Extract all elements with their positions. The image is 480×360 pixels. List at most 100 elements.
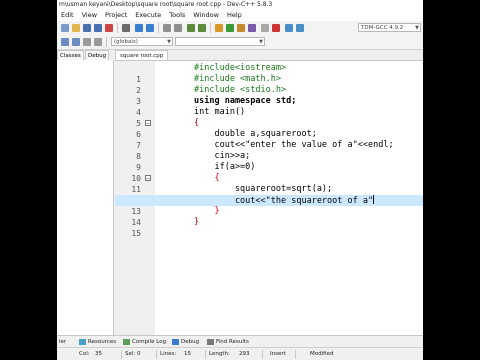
toolbar-separator: [106, 37, 107, 47]
chevron-down-icon: ▼: [167, 39, 171, 45]
left-panel-tabs: Classes Debug: [57, 50, 113, 60]
code-line: 9 cin>>a;: [115, 151, 423, 172]
debug-icon[interactable]: [285, 24, 293, 32]
goto-icon[interactable]: [94, 38, 102, 46]
fold-toggle-icon[interactable]: −: [145, 175, 151, 182]
save-icon[interactable]: [83, 24, 91, 32]
open-folder-icon[interactable]: [72, 24, 80, 32]
code-line: 14 }: [115, 206, 423, 227]
status-bar: Col: 35 Sel: 0 Lines: 15 Length: 293 Ins…: [57, 347, 423, 360]
status-length-label: Length:: [209, 351, 230, 357]
code-text: if(a>=0): [194, 162, 256, 172]
profile-icon[interactable]: [296, 24, 304, 32]
line-number: 15: [131, 229, 141, 238]
toolbar-separator: [158, 23, 159, 33]
status-col-value: 35: [95, 351, 102, 357]
tab-compiler-label: ler: [59, 339, 67, 345]
code-line: 15 }: [115, 217, 423, 238]
code-text: }: [194, 206, 220, 216]
save-all-icon[interactable]: [94, 24, 102, 32]
menu-edit[interactable]: Edit: [57, 10, 78, 21]
code-editor[interactable]: 1 #include<iostream> 2 #include <math.h>…: [115, 60, 423, 336]
status-lines-label: Lines:: [160, 351, 177, 357]
code-text: squareroot=sqrt(a);: [194, 184, 333, 194]
status-col-label: Col:: [79, 351, 90, 357]
new-file-icon[interactable]: [61, 24, 69, 32]
code-text: {: [194, 118, 200, 128]
status-lines-value: 15: [184, 351, 191, 357]
window-title: m\usman keyani\Desktop\square root\squar…: [59, 1, 273, 8]
code-line: 2 #include <math.h>: [115, 74, 423, 95]
tab-debug-label: Debug: [181, 339, 200, 345]
menu-tools[interactable]: Tools: [165, 10, 189, 21]
code-line: 6 − {: [115, 118, 423, 139]
code-text: #include <math.h>: [194, 74, 281, 84]
status-separator: [205, 350, 206, 359]
compile-log-icon: [123, 339, 130, 345]
code-text: int main(): [194, 107, 246, 117]
menu-project[interactable]: Project: [101, 10, 131, 21]
code-text: cin>>a;: [194, 151, 251, 161]
tab-find-results-label: Find Results: [216, 339, 249, 345]
code-line: 10 if(a>=0): [115, 162, 423, 183]
undo-icon[interactable]: [135, 24, 143, 32]
code-line: 7 double a,squareroot;: [115, 129, 423, 150]
print-icon[interactable]: [122, 24, 130, 32]
code-text: using namespace std;: [194, 96, 297, 106]
status-mode: Insert: [270, 351, 286, 357]
indent-icon[interactable]: [187, 24, 195, 32]
compile-icon[interactable]: [215, 24, 223, 32]
code-line: 11 − {: [115, 173, 423, 194]
close-file-icon[interactable]: [105, 24, 113, 32]
stop-icon[interactable]: [272, 24, 280, 32]
compile-run-icon[interactable]: [237, 24, 245, 32]
replace-icon[interactable]: [174, 24, 182, 32]
tab-debug[interactable]: Debug: [85, 50, 110, 60]
text-cursor: [373, 195, 375, 204]
code-line: 1 #include<iostream>: [115, 63, 423, 84]
code-text: cout<<"the squareroot of a": [194, 196, 374, 206]
menu-execute[interactable]: Execute: [131, 10, 165, 21]
debug-check-icon: [172, 339, 179, 345]
globals-select[interactable]: (globals) ▼: [111, 37, 173, 46]
members-select[interactable]: ▼: [175, 37, 265, 46]
secondary-toolbar: (globals) ▼ ▼: [57, 35, 423, 50]
status-separator: [121, 350, 122, 359]
toolbar-separator: [210, 23, 211, 33]
resources-icon: [79, 339, 86, 345]
code-text: #include <stdio.h>: [194, 85, 287, 95]
menu-help[interactable]: Help: [223, 10, 246, 21]
redo-icon[interactable]: [146, 24, 154, 32]
rebuild-icon[interactable]: [248, 24, 256, 32]
find-icon[interactable]: [163, 24, 171, 32]
code-line: 3 #include <stdio.h>: [115, 85, 423, 106]
status-separator: [156, 350, 157, 359]
main-toolbar: TDM-GCC 4.9.2 ▼: [57, 21, 423, 36]
tab-classes[interactable]: Classes: [57, 50, 84, 60]
compiler-select[interactable]: TDM-GCC 4.9.2 ▼: [358, 23, 421, 32]
menu-window[interactable]: Window: [189, 10, 223, 21]
class-browser-panel[interactable]: [57, 60, 114, 335]
status-separator: [295, 350, 296, 359]
code-line: 5 int main(): [115, 107, 423, 128]
code-line: 12 squareroot=sqrt(a);: [115, 184, 423, 205]
code-text: }: [194, 217, 200, 227]
new-class-icon[interactable]: [61, 38, 69, 46]
insert-icon[interactable]: [72, 38, 80, 46]
tab-resources-label: Resources: [88, 339, 117, 345]
code-line-current: 13 cout<<"the squareroot of a": [115, 195, 423, 216]
code-line: 8 cout<<"enter the value of a"<<endl;: [115, 140, 423, 161]
compiler-select-value: TDM-GCC 4.9.2: [361, 25, 404, 31]
run-icon[interactable]: [226, 24, 234, 32]
editor-tab-square-root[interactable]: square root.cpp: [115, 50, 169, 60]
find-results-icon: [207, 339, 214, 345]
menu-bar: Edit View Project Execute Tools Window H…: [57, 10, 423, 21]
check-syntax-icon[interactable]: [261, 24, 269, 32]
toggle-icon[interactable]: [83, 38, 91, 46]
status-length-value: 293: [239, 351, 250, 357]
fold-toggle-icon[interactable]: −: [145, 120, 151, 127]
code-text: #include<iostream>: [194, 63, 287, 73]
menu-view[interactable]: View: [78, 10, 101, 21]
unindent-icon[interactable]: [198, 24, 206, 32]
status-sel-label: Sel:: [125, 351, 136, 357]
